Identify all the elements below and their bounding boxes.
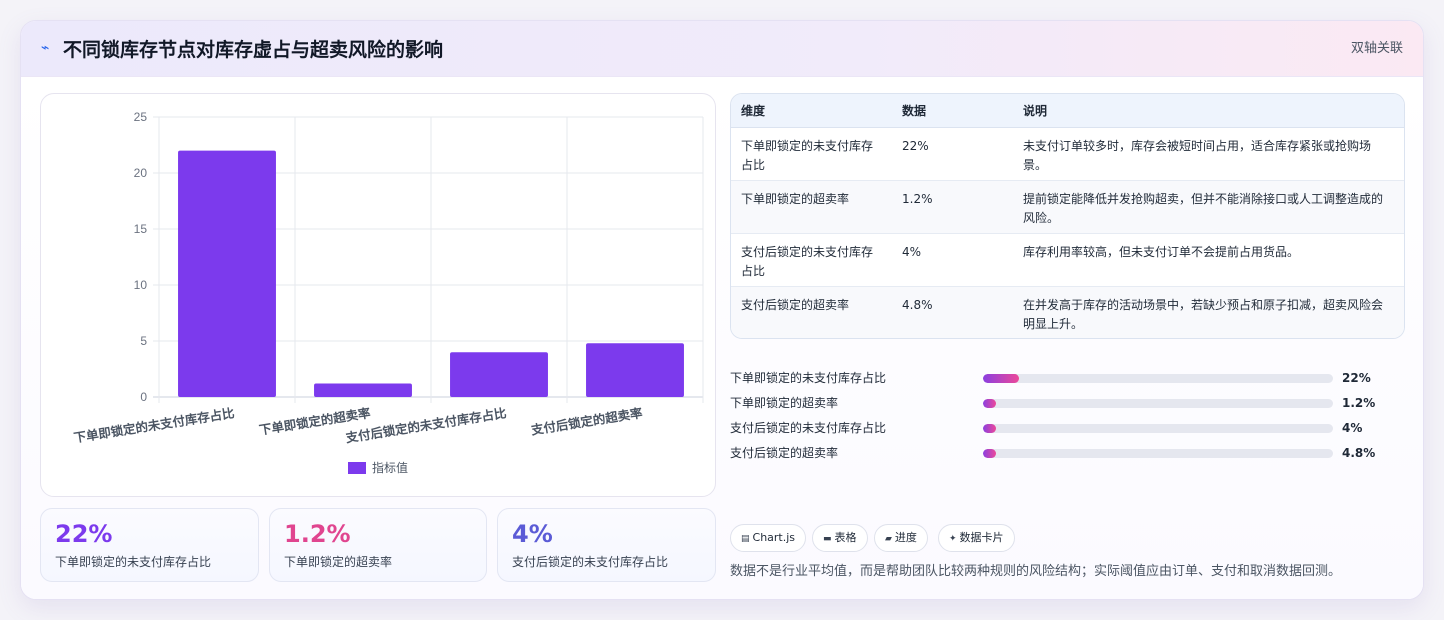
- tag-label: 进度: [894, 531, 917, 544]
- bar: [314, 383, 412, 397]
- tag-data-card[interactable]: ✦ 数据卡片: [938, 524, 1015, 552]
- table-cell-value: 4.8%: [902, 297, 933, 312]
- progress-row: 下单即锁定的未支付库存占比 22%: [730, 369, 1390, 387]
- progress-label: 支付后锁定的超卖率: [730, 446, 839, 460]
- bar: [586, 343, 684, 397]
- progress-fill: [983, 424, 996, 433]
- tag-table[interactable]: ▬ 表格: [812, 524, 868, 552]
- bar-chart-panel: 0 5 10 15 20 25 下单即锁定的未支付库存占比 下单即锁定的超卖率 支付后锁定的未支…: [40, 93, 716, 497]
- x-tick-label: 下单即锁定的未支付库存占比: [73, 405, 236, 445]
- y-tick-label: 10: [134, 278, 148, 292]
- trend-line-icon: ⌁: [41, 40, 50, 56]
- table-row: 下单即锁定的超卖率 1.2% 提前锁定能降低并发抢购超卖，但并不能消除接口或人工…: [731, 180, 1404, 234]
- table-cell-dimension: 支付后锁定的未支付库存占比: [731, 233, 892, 287]
- column-header: 说明: [1013, 94, 1404, 128]
- progress-label: 下单即锁定的超卖率: [730, 396, 839, 410]
- chart-icon: ▤: [741, 534, 750, 544]
- table-cell-description: 库存利用率较高，但未支付订单不会提前占用货品。: [1013, 233, 1404, 287]
- data-table-panel: 维度 数据 说明 下单即锁定的未支付库存占比 22% 未支付订单较多时，库存会被…: [730, 93, 1405, 339]
- table-row: 下单即锁定的未支付库存占比 22% 未支付订单较多时，库存会被短时间占用，适合库…: [731, 127, 1404, 181]
- y-tick-label: 25: [134, 110, 148, 124]
- content-area: 0 5 10 15 20 25 下单即锁定的未支付库存占比 下单即锁定的超卖率 支付后锁定的未支…: [21, 77, 1423, 599]
- progress-row: 支付后锁定的未支付库存占比 4%: [730, 419, 1390, 437]
- progress-value: 4%: [1342, 421, 1363, 435]
- legend-label: 指标值: [372, 460, 408, 475]
- progress-value: 22%: [1342, 371, 1371, 385]
- card-header: ⌁ 不同锁库存节点对库存虚占与超卖风险的影响 双轴关联: [21, 21, 1423, 77]
- x-tick-label: 支付后锁定的超卖率: [529, 405, 644, 438]
- tag-chartjs[interactable]: ▤ Chart.js: [730, 524, 807, 552]
- stat-label: 下单即锁定的未支付库存占比: [55, 555, 212, 569]
- bar-chart: 0510152025下单即锁定的未支付库存占比 下单即锁定的超卖率支付后锁定的未支…: [73, 110, 704, 475]
- progress-track: [983, 424, 1333, 433]
- stat-value: 4%: [512, 520, 553, 548]
- stat-card: 4% 支付后锁定的未支付库存占比: [497, 508, 716, 582]
- stat-label: 下单即锁定的超卖率: [284, 555, 393, 569]
- y-tick-label: 15: [134, 222, 148, 236]
- y-tick-label: 5: [140, 334, 147, 348]
- progress-value: 1.2%: [1342, 396, 1376, 410]
- progress-label: 支付后锁定的未支付库存占比: [730, 421, 887, 435]
- dual-axis-link[interactable]: 双轴关联: [1351, 40, 1403, 58]
- footnote: 数据不是行业平均值，而是帮助团队比较两种规则的风险结构；实际阈值应由订单、支付和…: [730, 564, 1342, 579]
- progress-icon: ▰: [885, 534, 892, 544]
- table-cell-dimension: 支付后锁定的超卖率: [741, 297, 850, 312]
- stat-value: 22%: [55, 520, 113, 548]
- progress-fill: [983, 399, 996, 408]
- table-cell-description: 未支付订单较多时，库存会被短时间占用，适合库存紧张或抢购场景。: [1013, 127, 1404, 181]
- stat-card: 1.2% 下单即锁定的超卖率: [269, 508, 487, 582]
- y-tick-label: 20: [134, 166, 148, 180]
- table-row: 支付后锁定的超卖率 4.8% 在并发高于库存的活动场景中，若缺少预占和原子扣减，…: [731, 286, 1404, 338]
- column-header: 数据: [892, 94, 1013, 128]
- table-row: 支付后锁定的未支付库存占比 4% 库存利用率较高，但未支付订单不会提前占用货品。: [731, 233, 1404, 287]
- table-cell-description: 提前锁定能降低并发抢购超卖，但并不能消除接口或人工调整造成的风险。: [1013, 180, 1404, 234]
- progress-row: 下单即锁定的超卖率 1.2%: [730, 394, 1390, 412]
- progress-track: [983, 449, 1333, 458]
- progress-value: 4.8%: [1342, 446, 1376, 460]
- progress-track: [983, 374, 1333, 383]
- progress-label: 下单即锁定的未支付库存占比: [730, 371, 887, 385]
- bar: [450, 352, 548, 397]
- tag-progress[interactable]: ▰ 进度: [874, 524, 928, 552]
- table-cell-dimension: 下单即锁定的未支付库存占比: [731, 127, 892, 181]
- y-tick-label: 0: [140, 390, 147, 404]
- data-table: 维度 数据 说明 下单即锁定的未支付库存占比 22% 未支付订单较多时，库存会被…: [731, 94, 1404, 338]
- legend-swatch: [348, 462, 366, 474]
- table-cell-value: 4%: [892, 233, 1013, 287]
- table-cell-description: 在并发高于库存的活动场景中，若缺少预占和原子扣减，超卖风险会明显上升。: [1023, 297, 1384, 331]
- progress-row: 支付后锁定的超卖率 4.8%: [730, 444, 1390, 462]
- sparkle-icon: ✦: [949, 534, 957, 544]
- table-cell-value: 1.2%: [892, 180, 1013, 234]
- report-card: ⌁ 不同锁库存节点对库存虚占与超卖风险的影响 双轴关联 0 5 10 15 20 25 下单…: [20, 20, 1424, 600]
- page-title: 不同锁库存节点对库存虚占与超卖风险的影响: [63, 39, 444, 61]
- progress-track: [983, 399, 1333, 408]
- bar: [178, 150, 276, 397]
- table-cell-value: 22%: [892, 127, 1013, 181]
- tag-label: Chart.js: [752, 531, 796, 544]
- stat-label: 支付后锁定的未支付库存占比: [512, 555, 669, 569]
- tag-label: 数据卡片: [959, 531, 1004, 544]
- table-cell-dimension: 下单即锁定的超卖率: [731, 180, 892, 234]
- stat-card: 22% 下单即锁定的未支付库存占比: [40, 508, 259, 582]
- table-header-row: 维度 数据 说明: [731, 94, 1404, 128]
- table-icon: ▬: [823, 534, 832, 544]
- progress-fill: [983, 449, 996, 458]
- tag-label: 表格: [834, 531, 857, 544]
- column-header: 维度: [731, 94, 892, 128]
- stat-value: 1.2%: [284, 520, 351, 548]
- progress-fill: [983, 374, 1020, 383]
